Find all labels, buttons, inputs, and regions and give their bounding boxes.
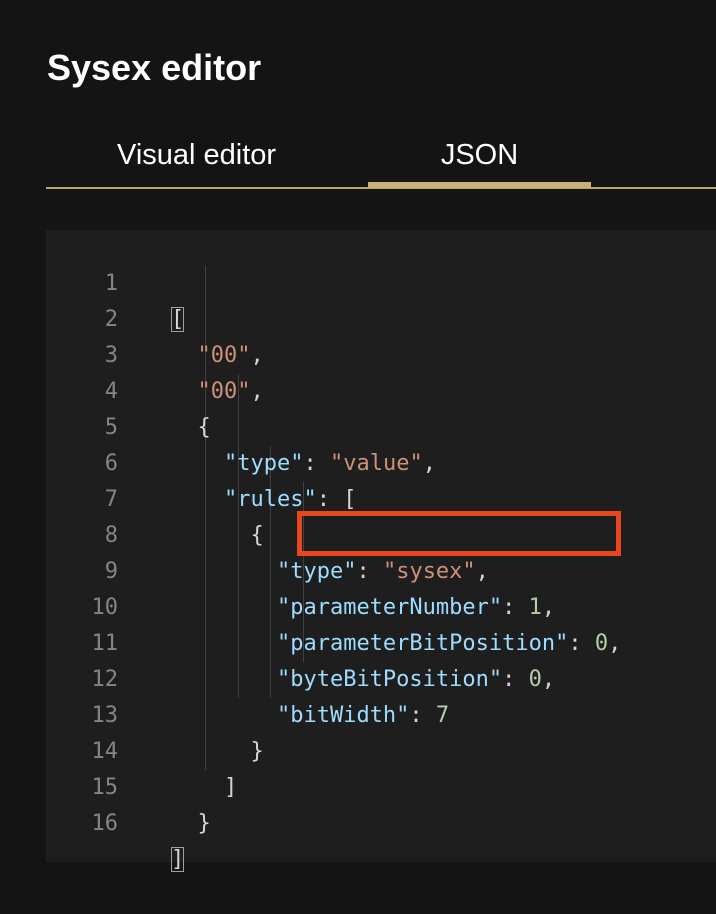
code-line: 7 { bbox=[46, 446, 716, 548]
code-line: 12 "bitWidth": 7 bbox=[46, 626, 716, 728]
code-line: 15 } bbox=[46, 734, 716, 836]
code-line: 13 } bbox=[46, 662, 716, 764]
highlight-annotation-box bbox=[297, 511, 621, 556]
active-tab-indicator bbox=[368, 182, 591, 188]
code-line: 10 "parameterBitPosition": 0, bbox=[46, 554, 716, 656]
code-text: } bbox=[197, 811, 211, 836]
tab-visual-editor[interactable]: Visual editor bbox=[117, 126, 347, 188]
code-line: 3 "00", bbox=[46, 302, 716, 404]
tab-json[interactable]: JSON bbox=[368, 126, 591, 188]
code-text: ] bbox=[171, 842, 185, 878]
code-line: 5 "type": "value", bbox=[46, 374, 716, 476]
code-line: 1 [ bbox=[46, 230, 716, 332]
code-line: 6 "rules": [ bbox=[46, 410, 716, 512]
code-line: 11 "byteBitPosition": 0, bbox=[46, 590, 716, 692]
editor-tabs: Visual editor JSON bbox=[46, 126, 716, 189]
code-line: 4 { bbox=[46, 338, 716, 440]
bracket-match: ] bbox=[171, 847, 185, 872]
code-line: 14 ] bbox=[46, 698, 716, 800]
line-number: 16 bbox=[91, 811, 119, 836]
code-line: 2 "00", bbox=[46, 266, 716, 368]
page-title: Sysex editor bbox=[47, 47, 262, 88]
code-line: 16 ] bbox=[46, 770, 716, 872]
